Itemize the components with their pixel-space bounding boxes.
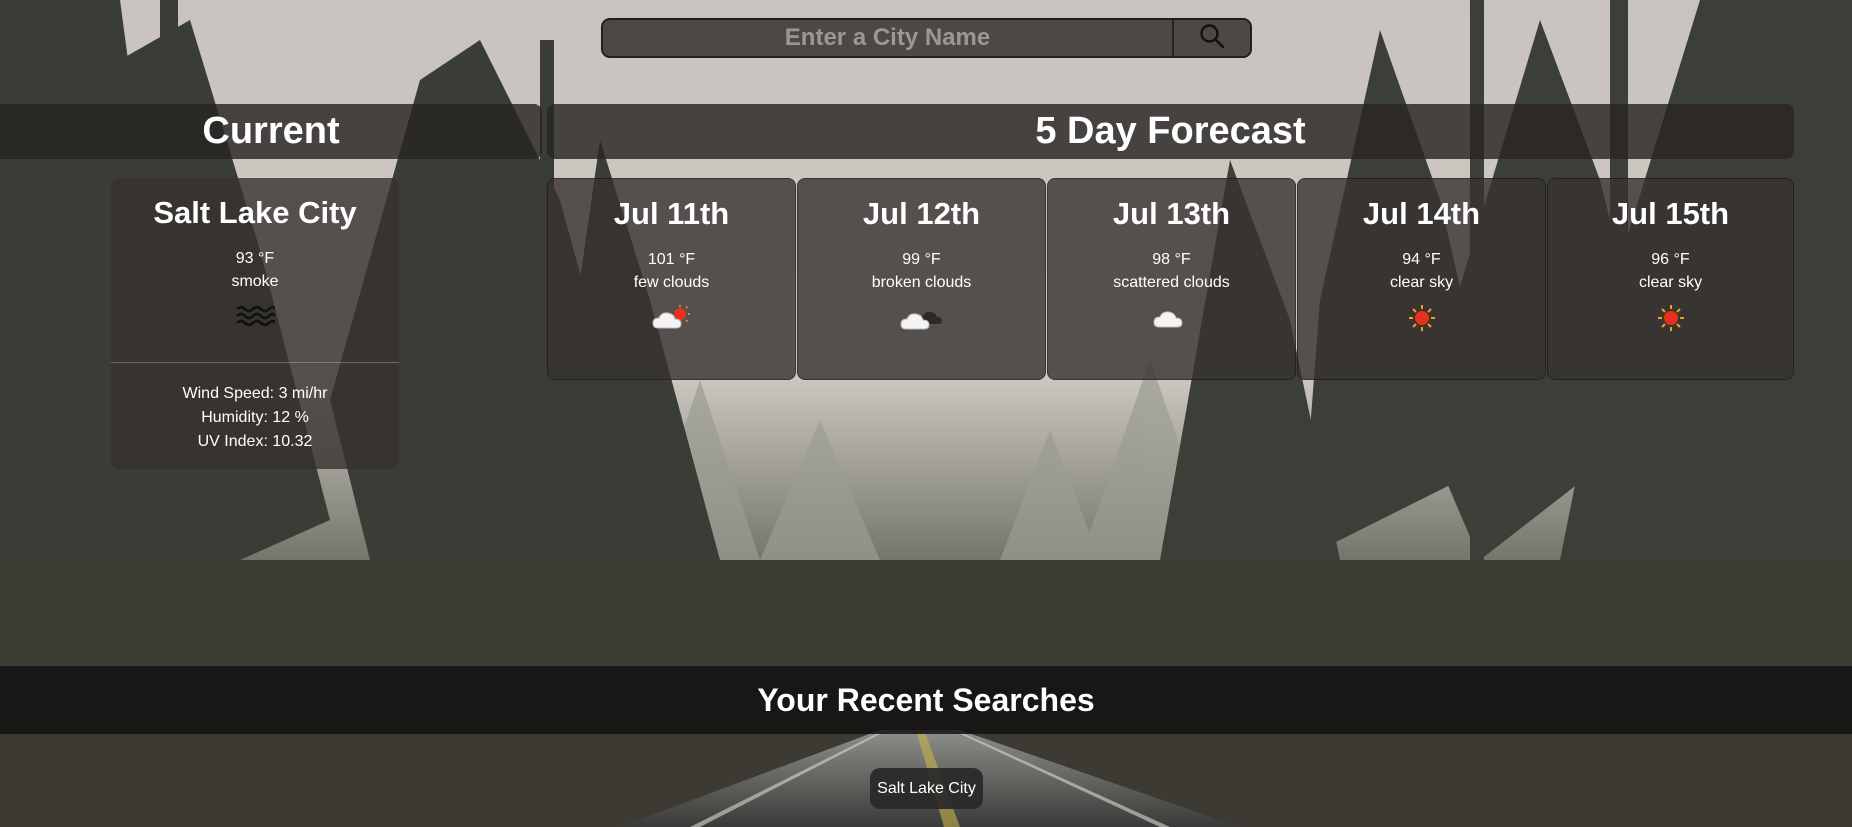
wind-speed: Wind Speed: 3 mi/hr	[182, 385, 328, 402]
forecast-card-3: Jul 13th 98 °F scattered clouds	[1047, 178, 1296, 380]
forecast-description: scattered clouds	[1113, 274, 1230, 292]
forecast-temperature: 94 °F	[1402, 251, 1441, 269]
humidity: Humidity: 12 %	[201, 409, 309, 426]
current-description: smoke	[231, 273, 279, 291]
city-search-input[interactable]	[603, 20, 1172, 56]
forecast-date: Jul 14th	[1362, 196, 1481, 231]
search-button[interactable]	[1172, 20, 1250, 56]
scattered-clouds-icon	[1152, 304, 1192, 334]
city-search-bar	[601, 18, 1252, 58]
card-divider	[111, 362, 399, 363]
sun-icon	[1657, 304, 1685, 334]
forecast-date: Jul 15th	[1611, 196, 1730, 231]
current-header: Current	[0, 104, 542, 159]
forecast-temperature: 99 °F	[902, 251, 941, 269]
forecast-temperature: 101 °F	[647, 251, 696, 269]
forecast-description: few clouds	[633, 274, 710, 292]
forecast-description: broken clouds	[871, 274, 972, 292]
forecast-description: clear sky	[1638, 274, 1703, 292]
forecast-date: Jul 11th	[613, 196, 730, 231]
broken-clouds-icon	[899, 304, 944, 334]
current-temperature: 93 °F	[235, 250, 275, 268]
forecast-date: Jul 12th	[862, 196, 981, 231]
recent-searches-header: Your Recent Searches	[0, 666, 1852, 734]
forecast-description: clear sky	[1389, 274, 1454, 292]
current-weather-card: Salt Lake City 93 °F smoke Wind Speed: 3…	[111, 178, 399, 469]
forecast-temperature: 98 °F	[1152, 251, 1191, 269]
current-city-name: Salt Lake City	[153, 195, 357, 230]
few-clouds-icon	[651, 304, 692, 334]
forecast-card-5: Jul 15th 96 °F clear sky	[1547, 178, 1794, 380]
forecast-card-2: Jul 12th 99 °F broken clouds	[797, 178, 1046, 380]
forecast-header: 5 Day Forecast	[547, 104, 1794, 159]
search-icon	[1199, 23, 1225, 54]
sun-icon	[1408, 304, 1436, 334]
forecast-date: Jul 13th	[1112, 196, 1231, 231]
current-details: Wind Speed: 3 mi/hr Humidity: 12 % UV In…	[111, 382, 399, 454]
uv-index: UV Index: 10.32	[197, 433, 313, 450]
weather-dashboard: Current 5 Day Forecast Salt Lake City 93…	[0, 0, 1852, 827]
recent-search-button[interactable]: Salt Lake City	[870, 768, 983, 809]
smoke-icon	[235, 303, 277, 333]
forecast-card-1: Jul 11th 101 °F few clouds	[547, 178, 796, 380]
forecast-card-4: Jul 14th 94 °F clear sky	[1297, 178, 1546, 380]
forecast-temperature: 96 °F	[1651, 251, 1690, 269]
